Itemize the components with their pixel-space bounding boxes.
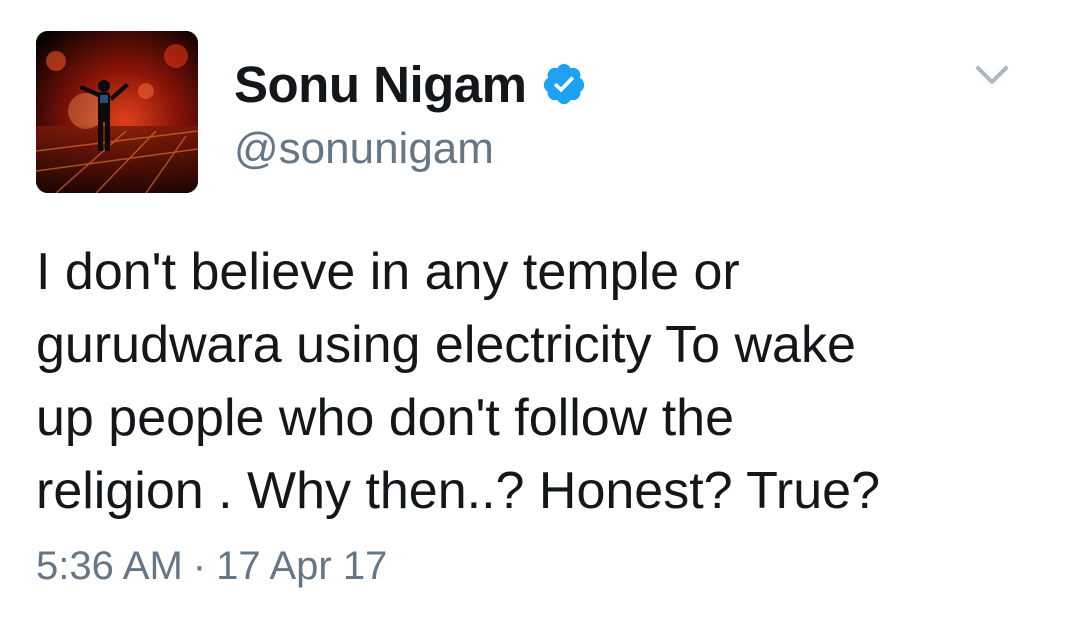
avatar[interactable]	[36, 31, 198, 193]
verified-badge-icon	[541, 61, 587, 107]
username-handle[interactable]: @sonunigam	[234, 124, 494, 174]
meta-separator: ·	[192, 544, 207, 588]
avatar-image	[36, 31, 198, 193]
tweet-timestamp[interactable]: 5:36 AM · 17 Apr 17	[36, 544, 387, 589]
tweet-time: 5:36 AM	[36, 544, 183, 588]
chevron-down-icon[interactable]	[974, 60, 1010, 90]
display-name[interactable]: Sonu Nigam	[234, 55, 527, 114]
author-name-row: Sonu Nigam	[234, 52, 587, 116]
tweet-text: I don't believe in any temple or gurudwa…	[36, 243, 881, 520]
tweet-date: 17 Apr 17	[216, 544, 388, 588]
